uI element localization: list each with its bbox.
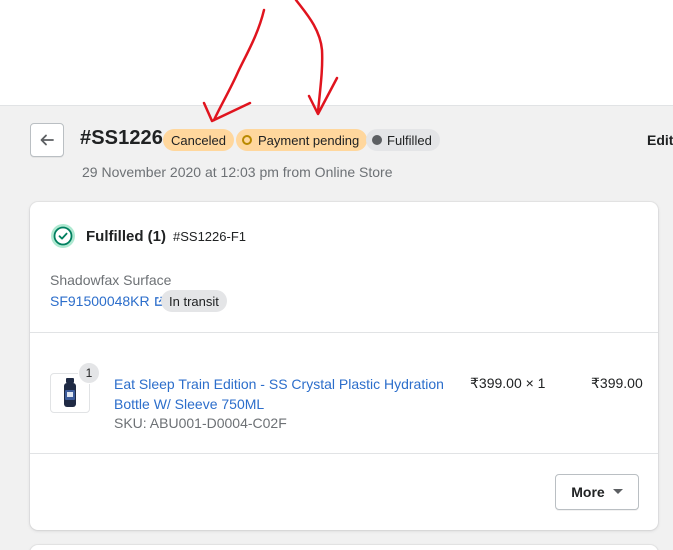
line-total: ₹399.00 [591,375,643,391]
back-button[interactable] [30,123,64,157]
unit-price-quantity: ₹399.00 × 1 [470,375,546,391]
carrier-name: Shadowfax Surface [50,272,172,288]
fulfillment-id: #SS1226-F1 [173,229,246,244]
fulfilled-badge: Fulfilled [366,129,440,151]
fulfillment-card: Fulfilled (1) #SS1226-F1 Shadowfax Surfa… [30,202,658,530]
arrow-left-icon [40,134,54,146]
top-blank-area [0,0,673,106]
product-sku: SKU: ABU001-D0004-C02F [114,415,287,431]
pending-dot-icon [242,135,252,145]
tracking-number-link[interactable]: SF91500048KR [50,293,165,309]
payment-pending-label: Payment pending [258,132,360,148]
canceled-badge-label: Canceled [171,132,226,148]
canceled-badge: Canceled [163,129,234,151]
order-date-source: 29 November 2020 at 12:03 pm from Online… [82,164,393,180]
fulfilled-check-icon [51,224,75,248]
edit-button[interactable]: Edit [647,132,673,148]
page-title: #SS1226 [80,127,163,149]
divider [30,332,658,333]
tracking-number: SF91500048KR [50,293,150,309]
more-actions-label: More [571,484,605,500]
fulfillment-status-title: Fulfilled (1) [86,228,166,245]
next-card [30,545,658,550]
bottle-image-icon [64,378,76,407]
product-name-link[interactable]: Eat Sleep Train Edition - SS Crystal Pla… [114,374,454,414]
caret-down-icon [612,489,623,494]
payment-pending-badge: Payment pending [236,129,368,151]
more-actions-button[interactable]: More [555,474,639,510]
fulfilled-badge-label: Fulfilled [387,132,432,148]
quantity-badge: 1 [78,362,100,384]
complete-dot-icon [372,135,382,145]
divider [30,453,658,454]
tracking-status-badge: In transit [161,290,227,312]
